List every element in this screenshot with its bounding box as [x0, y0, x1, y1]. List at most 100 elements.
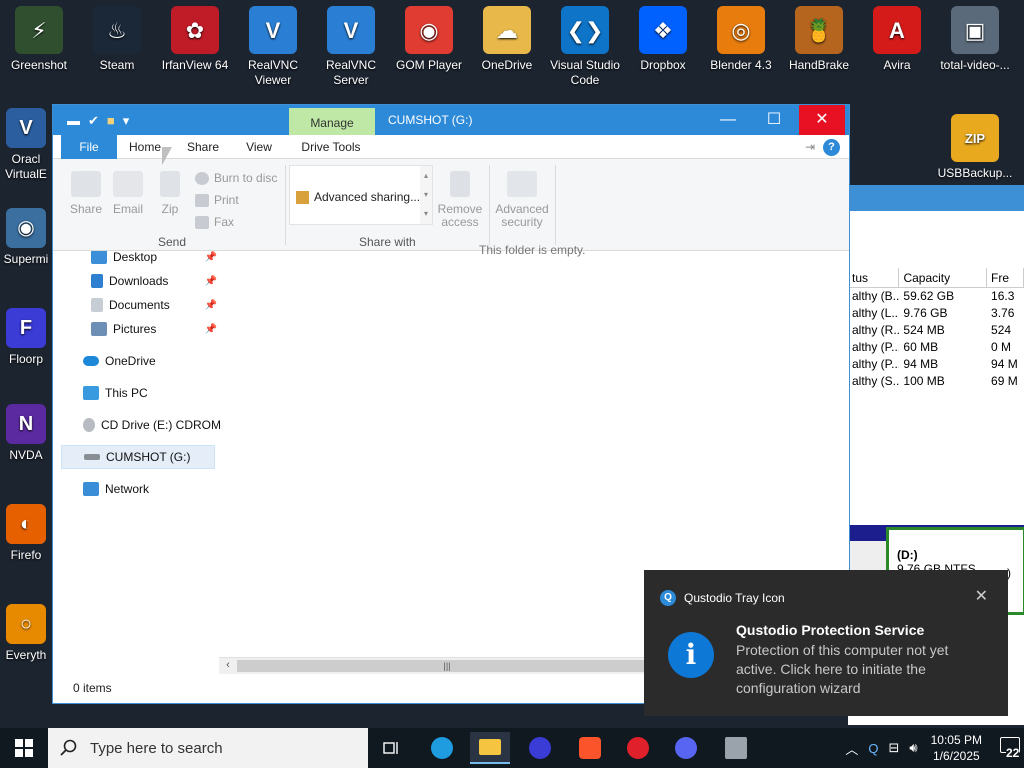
share-label: Share [69, 202, 103, 216]
nav-item-onedrive[interactable]: OneDrive [53, 349, 221, 373]
taskbar-floorp[interactable] [520, 732, 560, 764]
maximize-button[interactable]: ☐ [751, 105, 797, 135]
advanced-security-button[interactable]: Advanced security [493, 171, 551, 229]
column-free[interactable]: Fre [987, 268, 1024, 287]
remove-access-button[interactable]: Remove access [435, 171, 485, 229]
desktop-icon[interactable]: V RealVNC Viewer [234, 0, 312, 88]
action-center-button[interactable]: 22 [990, 728, 1024, 768]
pin-ribbon-icon[interactable]: ⇥ [805, 140, 815, 154]
manage-contextual-tab[interactable]: Manage [289, 108, 375, 135]
table-row[interactable]: althy (P... 94 MB 94 M [848, 356, 1024, 373]
volume-icon[interactable]: 🔊︎ [909, 740, 917, 756]
fax-button[interactable]: Fax [195, 215, 234, 229]
nav-label: Pictures [113, 322, 157, 336]
desktop: ⚡ Greenshot ♨ Steam ✿ IrfanView 64 V RealVNC Vi… [0, 0, 1024, 728]
desktop-icon[interactable]: V RealVNC Server [312, 0, 390, 88]
pin-icon[interactable]: 📌 [205, 276, 217, 287]
column-status[interactable]: tus [848, 268, 900, 287]
desktop-icon[interactable]: V Oracl VirtualE [0, 104, 52, 182]
pin-icon[interactable]: 📌 [205, 324, 217, 335]
burn-to-disc-button[interactable]: Burn to disc [195, 171, 277, 185]
notification-toast[interactable]: Q Qustodio Tray Icon ✕ i Qustodio Protec… [644, 570, 1008, 716]
taskbar-file-explorer[interactable] [470, 732, 510, 764]
nav-item-pictures[interactable]: Pictures 📌 [53, 317, 221, 341]
desktop-icon[interactable]: A Avira [858, 0, 936, 73]
desktop-icon[interactable]: ◐ Firefo [0, 500, 52, 563]
clock[interactable]: 10:05 PM 1/6/2025 [923, 732, 990, 764]
share-button[interactable]: Share [69, 171, 103, 216]
desktop-icon[interactable]: ◎ Blender 4.3 [702, 0, 780, 73]
tab-view[interactable]: View [239, 135, 279, 159]
print-button[interactable]: Print [195, 193, 239, 207]
desktop-icon[interactable]: ○ Everyth [0, 600, 52, 663]
nav-item-this-pc[interactable]: This PC [53, 381, 221, 405]
taskbar-installer[interactable] [716, 732, 756, 764]
nav-item-cd-drive[interactable]: CD Drive (E:) CDROM [53, 413, 221, 437]
scroll-left-icon[interactable]: ‹ [221, 659, 235, 674]
taskbar-search[interactable]: Type here to search [48, 728, 368, 768]
desktop-icon[interactable]: N NVDA [0, 400, 52, 463]
nav-item-documents[interactable]: Documents 📌 [53, 293, 221, 317]
desktop-icon[interactable]: ❖ Dropbox [624, 0, 702, 73]
table-cell: 0 M [991, 340, 1012, 354]
desktop-icon[interactable]: ⚡ Greenshot [0, 0, 78, 73]
taskbar-edge[interactable] [422, 732, 462, 764]
desktop-icon[interactable]: ❮❯ Visual Studio Code [546, 0, 624, 88]
table-row[interactable]: althy (L... 9.76 GB 3.76 [848, 305, 1024, 322]
nav-item-desktop[interactable]: Desktop 📌 [53, 251, 221, 269]
new-folder-icon[interactable]: ■ [107, 113, 115, 129]
table-cell: althy (R... [852, 323, 900, 337]
network-tray-icon[interactable]: ⊟ [889, 740, 900, 756]
taskbar-brave[interactable] [570, 732, 610, 764]
desktop-icon[interactable]: ◉ Supermi [0, 204, 52, 267]
tab-home[interactable]: Home [125, 135, 165, 159]
desktop-icon[interactable]: F Floorp [0, 304, 52, 367]
desktop-icon[interactable]: ♨ Steam [78, 0, 156, 73]
email-button[interactable]: Email [111, 171, 145, 216]
desktop-icon[interactable]: ◉ GOM Player [390, 0, 468, 73]
tab-file[interactable]: File [61, 135, 117, 159]
tab-share[interactable]: Share [181, 135, 225, 159]
qustodio-tray-icon[interactable]: Q [868, 741, 878, 756]
nav-item-cumshot-drive[interactable]: CUMSHOT (G:) [61, 445, 215, 469]
table-row[interactable]: althy (P... 60 MB 0 M [848, 339, 1024, 356]
desktop-icon-usbbackup[interactable]: ZIP USBBackup... [936, 108, 1014, 181]
scroll-thumb[interactable]: ||| [237, 660, 657, 672]
desktop-icon[interactable]: ✿ IrfanView 64 [156, 0, 234, 73]
table-row[interactable]: althy (R... 524 MB 524 [848, 322, 1024, 339]
desktop-icon[interactable]: ☁ OneDrive [468, 0, 546, 73]
taskbar-discord[interactable] [666, 732, 706, 764]
pin-icon[interactable]: 📌 [205, 300, 217, 311]
table-row[interactable]: althy (B... 59.62 GB 16.3 [848, 288, 1024, 305]
disc-icon [195, 171, 209, 185]
nav-item-network[interactable]: Network [53, 477, 221, 501]
advanced-sharing-item[interactable]: Advanced sharing... [296, 190, 420, 204]
show-hidden-icons-icon[interactable]: ︿ [845, 739, 858, 758]
desktop-icon-label: Steam [99, 58, 135, 72]
print-label: Print [214, 193, 239, 207]
taskbar-opera[interactable] [618, 732, 658, 764]
table-row[interactable]: althy (S... 100 MB 69 M [848, 373, 1024, 390]
share-with-gallery[interactable]: Advanced sharing... ▴ ▾ ▾ [289, 165, 433, 225]
customize-qat-icon[interactable]: ▾ [123, 113, 130, 129]
tab-drive-tools[interactable]: Drive Tools [293, 135, 369, 159]
minimize-button[interactable]: — [705, 105, 751, 135]
desktop-icon[interactable]: 🍍 HandBrake [780, 0, 858, 73]
column-capacity[interactable]: Capacity [899, 268, 987, 287]
gallery-scroll[interactable]: ▴ ▾ ▾ [420, 166, 432, 224]
start-button[interactable] [0, 728, 48, 768]
table-cell: 94 M [991, 357, 1018, 371]
discord-icon [675, 737, 697, 759]
desktop-icon-label: total-video-... [940, 58, 1010, 72]
zip-button[interactable]: Zip [157, 171, 183, 216]
desktop-folder-icon [91, 251, 107, 264]
pin-icon[interactable]: 📌 [205, 252, 217, 263]
help-icon[interactable]: ? [823, 139, 840, 156]
task-view-button[interactable] [372, 732, 412, 764]
close-icon[interactable]: ✕ [975, 586, 988, 606]
desktop-icon[interactable]: ▣ total-video-... [936, 0, 1014, 73]
titlebar[interactable]: ▬ ✔ ■ ▾ Manage CUMSHOT (G:) — ☐ ✕ [53, 105, 849, 135]
properties-icon[interactable]: ✔ [88, 113, 99, 129]
close-button[interactable]: ✕ [799, 105, 845, 135]
nav-item-downloads[interactable]: Downloads 📌 [53, 269, 221, 293]
